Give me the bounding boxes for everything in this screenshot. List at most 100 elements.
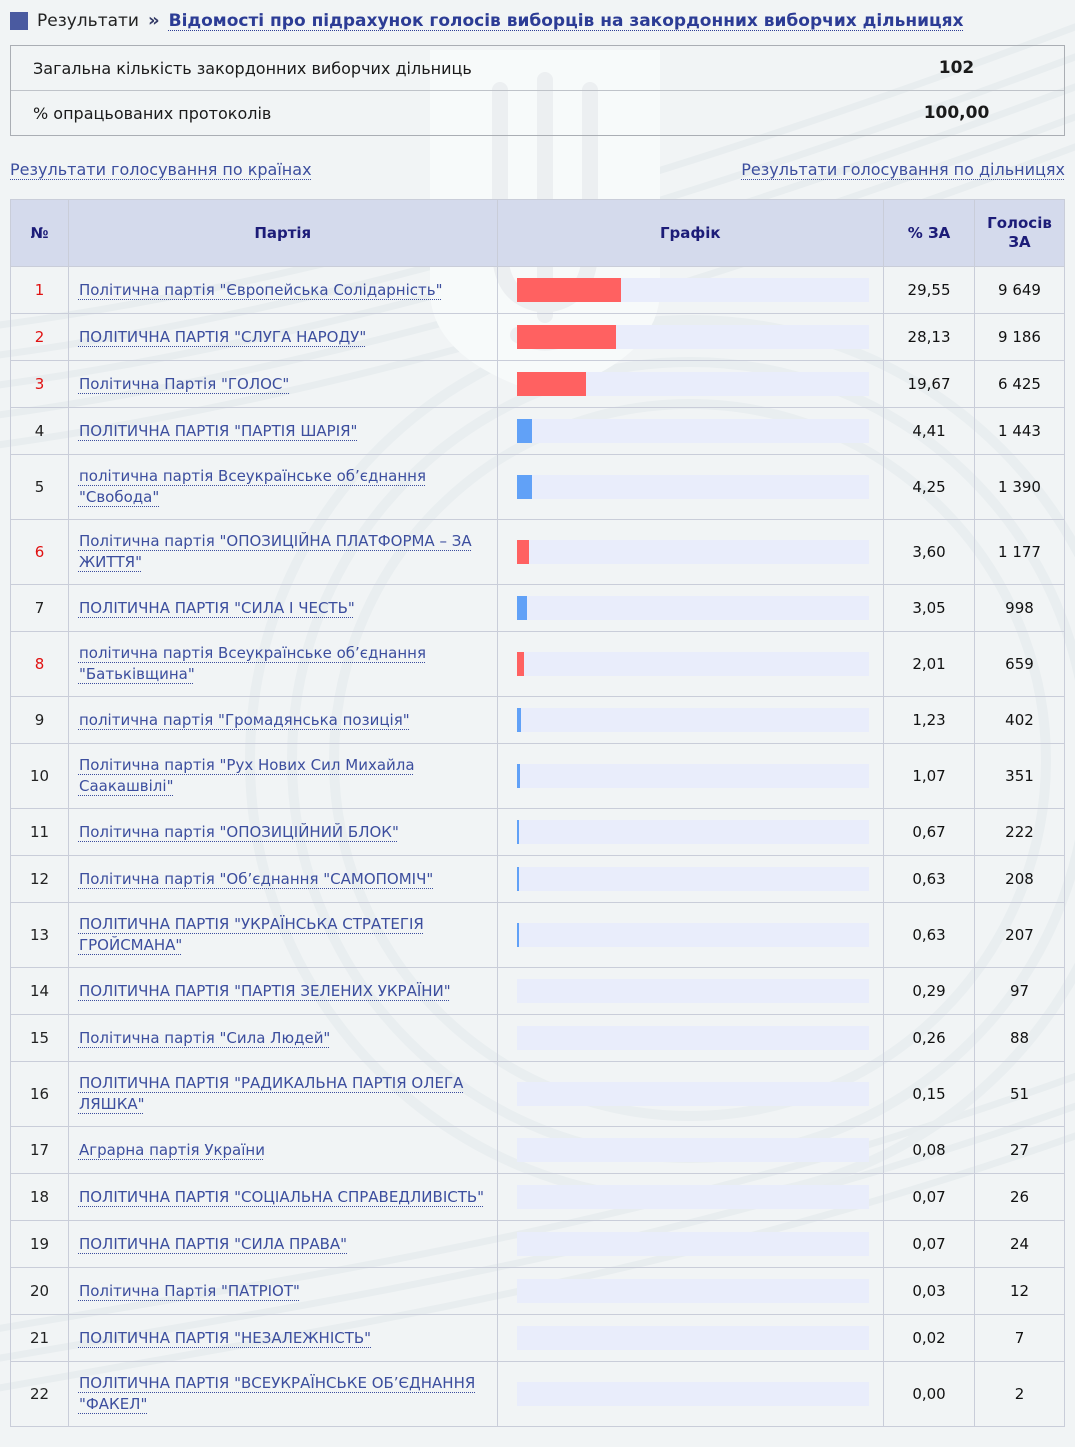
graph-cell [497, 809, 884, 856]
party-cell: політична партія Всеукраїнське об’єднанн… [68, 632, 497, 697]
header-votes: Голосів ЗА [975, 200, 1065, 267]
party-link[interactable]: Політична партія "Сила Людей" [79, 1029, 330, 1047]
vote-bar-track [517, 540, 870, 564]
table-row: 11 Політична партія "ОПОЗИЦІЙНИЙ БЛОК" 0… [11, 809, 1065, 856]
pct-value: 0,29 [884, 968, 975, 1015]
party-link[interactable]: Аграрна партія України [79, 1141, 265, 1159]
party-link[interactable]: ПОЛІТИЧНА ПАРТІЯ "РАДИКАЛЬНА ПАРТІЯ ОЛЕГ… [79, 1074, 463, 1113]
pct-value: 2,01 [884, 632, 975, 697]
party-link[interactable]: ПОЛІТИЧНА ПАРТІЯ "СОЦІАЛЬНА СПРАВЕДЛИВІС… [79, 1188, 484, 1206]
party-link[interactable]: ПОЛІТИЧНА ПАРТІЯ "СЛУГА НАРОДУ" [79, 328, 366, 346]
party-link[interactable]: Політична Партія "ПАТРІОТ" [79, 1282, 300, 1300]
party-cell: ПОЛІТИЧНА ПАРТІЯ "ПАРТІЯ ЗЕЛЕНИХ УКРАЇНИ… [68, 968, 497, 1015]
votes-value: 27 [975, 1127, 1065, 1174]
header-graph: Графік [497, 200, 884, 267]
vote-bar-track [517, 596, 870, 620]
pct-value: 0,03 [884, 1268, 975, 1315]
graph-cell [497, 585, 884, 632]
party-cell: Політична партія "ОПОЗИЦІЙНА ПЛАТФОРМА –… [68, 520, 497, 585]
row-number: 20 [11, 1268, 69, 1315]
page-title-link[interactable]: Відомості про підрахунок голосів виборці… [169, 11, 964, 31]
party-link[interactable]: Політична Партія "ГОЛОС" [79, 375, 289, 393]
bar-fill [517, 764, 521, 788]
party-link[interactable]: ПОЛІТИЧНА ПАРТІЯ "ПАРТІЯ ШАРІЯ" [79, 422, 357, 440]
row-number: 7 [11, 585, 69, 632]
row-number: 15 [11, 1015, 69, 1062]
header-pct: % ЗА [884, 200, 975, 267]
table-header-row: № Партія Графік % ЗА Голосів ЗА [11, 200, 1065, 267]
party-cell: ПОЛІТИЧНА ПАРТІЯ "НЕЗАЛЕЖНІСТЬ" [68, 1315, 497, 1362]
votes-value: 24 [975, 1221, 1065, 1268]
row-number: 11 [11, 809, 69, 856]
link-results-by-stations[interactable]: Результати голосування по дільницях [741, 160, 1065, 179]
party-link[interactable]: Політична партія "Об’єднання "САМОПОМІЧ" [79, 870, 433, 888]
breadcrumb-separator-icon: » [148, 10, 160, 31]
votes-value: 7 [975, 1315, 1065, 1362]
votes-value: 6 425 [975, 361, 1065, 408]
table-row: 8 політична партія Всеукраїнське об’єдна… [11, 632, 1065, 697]
breadcrumb-section: Результати [37, 11, 139, 31]
pct-value: 19,67 [884, 361, 975, 408]
row-number: 21 [11, 1315, 69, 1362]
link-results-by-countries[interactable]: Результати голосування по країнах [10, 160, 312, 179]
vote-bar-track [517, 652, 870, 676]
row-number: 4 [11, 408, 69, 455]
bar-fill [517, 475, 532, 499]
party-link[interactable]: ПОЛІТИЧНА ПАРТІЯ "СИЛА ПРАВА" [79, 1235, 347, 1253]
party-cell: Політична Партія "ГОЛОС" [68, 361, 497, 408]
row-number: 22 [11, 1362, 69, 1427]
vote-bar-track [517, 1082, 870, 1106]
pct-value: 0,07 [884, 1174, 975, 1221]
summary-label: % опрацьованих протоколів [11, 92, 849, 135]
row-number: 9 [11, 697, 69, 744]
table-row: 15 Політична партія "Сила Людей" 0,26 88 [11, 1015, 1065, 1062]
bar-fill [517, 652, 524, 676]
party-cell: політична партія Всеукраїнське об’єднанн… [68, 455, 497, 520]
summary-value: 102 [849, 46, 1064, 90]
row-number: 5 [11, 455, 69, 520]
bar-fill [517, 596, 528, 620]
party-link[interactable]: ПОЛІТИЧНА ПАРТІЯ "НЕЗАЛЕЖНІСТЬ" [79, 1329, 371, 1347]
results-table: № Партія Графік % ЗА Голосів ЗА 1 Політи… [10, 199, 1065, 1427]
party-link[interactable]: ПОЛІТИЧНА ПАРТІЯ "ПАРТІЯ ЗЕЛЕНИХ УКРАЇНИ… [79, 982, 451, 1000]
table-row: 17 Аграрна партія України 0,08 27 [11, 1127, 1065, 1174]
votes-value: 26 [975, 1174, 1065, 1221]
pct-value: 3,60 [884, 520, 975, 585]
row-number: 8 [11, 632, 69, 697]
party-link[interactable]: Політична партія "Європейська Солідарніс… [79, 281, 443, 299]
party-link[interactable]: ПОЛІТИЧНА ПАРТІЯ "УКРАЇНСЬКА СТРАТЕГІЯ Г… [79, 915, 424, 954]
pct-value: 28,13 [884, 314, 975, 361]
vote-bar-track [517, 1382, 870, 1406]
vote-bar-track [517, 325, 870, 349]
votes-value: 1 177 [975, 520, 1065, 585]
vote-bar-track [517, 419, 870, 443]
party-cell: Політична Партія "ПАТРІОТ" [68, 1268, 497, 1315]
votes-value: 9 649 [975, 267, 1065, 314]
breadcrumb: Результати » Відомості про підрахунок го… [10, 10, 1065, 31]
pct-value: 0,00 [884, 1362, 975, 1427]
party-link[interactable]: політична партія "Громадянська позиція" [79, 711, 410, 729]
table-row: 3 Політична Партія "ГОЛОС" 19,67 6 425 [11, 361, 1065, 408]
party-link[interactable]: ПОЛІТИЧНА ПАРТІЯ "СИЛА І ЧЕСТЬ" [79, 599, 355, 617]
party-link[interactable]: Політична партія "ОПОЗИЦІЙНА ПЛАТФОРМА –… [79, 532, 472, 571]
graph-cell [497, 1315, 884, 1362]
bar-fill [517, 867, 519, 891]
summary-row-protocols: % опрацьованих протоколів 100,00 [11, 90, 1064, 135]
table-row: 9 політична партія "Громадянська позиція… [11, 697, 1065, 744]
row-number: 18 [11, 1174, 69, 1221]
pct-value: 1,07 [884, 744, 975, 809]
party-link[interactable]: політична партія Всеукраїнське об’єднанн… [79, 644, 426, 683]
party-cell: Політична партія "Сила Людей" [68, 1015, 497, 1062]
votes-value: 222 [975, 809, 1065, 856]
party-link[interactable]: політична партія Всеукраїнське об’єднанн… [79, 467, 426, 506]
party-link[interactable]: ПОЛІТИЧНА ПАРТІЯ "ВСЕУКРАЇНСЬКЕ ОБ’ЄДНАН… [79, 1374, 475, 1413]
header-number: № [11, 200, 69, 267]
votes-value: 208 [975, 856, 1065, 903]
table-row: 22 ПОЛІТИЧНА ПАРТІЯ "ВСЕУКРАЇНСЬКЕ ОБ’ЄД… [11, 1362, 1065, 1427]
party-link[interactable]: Політична партія "Рух Нових Сил Михайла … [79, 756, 415, 795]
party-cell: ПОЛІТИЧНА ПАРТІЯ "ВСЕУКРАЇНСЬКЕ ОБ’ЄДНАН… [68, 1362, 497, 1427]
table-row: 18 ПОЛІТИЧНА ПАРТІЯ "СОЦІАЛЬНА СПРАВЕДЛИ… [11, 1174, 1065, 1221]
party-link[interactable]: Політична партія "ОПОЗИЦІЙНИЙ БЛОК" [79, 823, 399, 841]
pct-value: 4,25 [884, 455, 975, 520]
graph-cell [497, 856, 884, 903]
